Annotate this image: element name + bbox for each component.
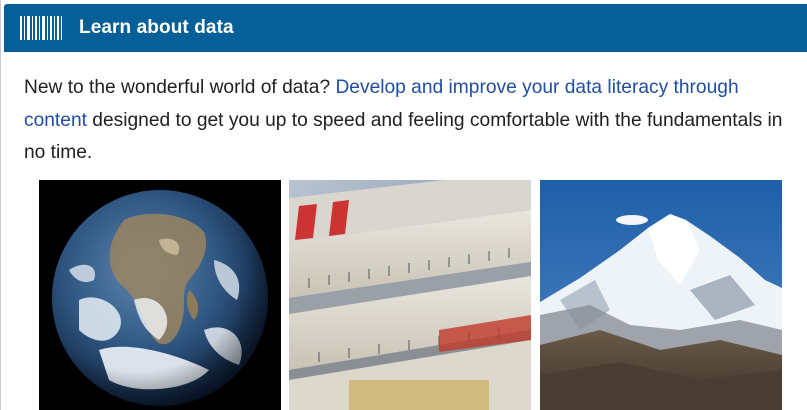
intro-paragraph: New to the wonderful world of data? Deve…	[24, 72, 794, 170]
earth-image[interactable]	[39, 180, 281, 410]
intro-text-after: designed to get you up to speed and feel…	[24, 109, 783, 164]
folding-ruler-image[interactable]	[289, 180, 531, 410]
learn-about-data-card: Learn about data New to the wonderful wo…	[0, 0, 807, 410]
card-header: Learn about data	[4, 4, 807, 52]
card-title: Learn about data	[79, 17, 234, 38]
barcode-icon	[20, 16, 62, 40]
mountain-image[interactable]	[540, 180, 782, 410]
intro-text-before: New to the wonderful world of data?	[24, 77, 336, 98]
